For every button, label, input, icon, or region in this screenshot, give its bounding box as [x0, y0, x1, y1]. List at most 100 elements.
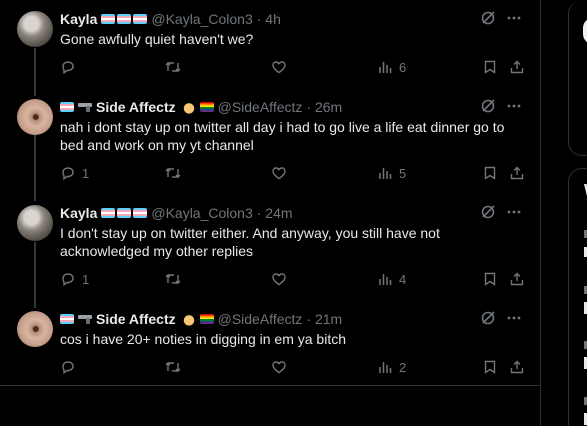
- bookmark-icon: [482, 359, 498, 375]
- bookmark-button[interactable]: [482, 59, 498, 75]
- share-icon: [509, 359, 525, 375]
- views-icon: [377, 59, 393, 75]
- tweet[interactable]: Kayla @Kayla_Colon3 · 24m I don't stay u…: [0, 203, 540, 309]
- reply-icon: [60, 359, 76, 375]
- name-emoji-decor: [101, 14, 148, 24]
- bookmark-button[interactable]: [482, 271, 498, 287]
- more-icon[interactable]: [506, 204, 522, 220]
- tweet[interactable]: Side Affectz @SideAffectz · 21m cos i ha…: [0, 309, 540, 385]
- share-button[interactable]: [509, 165, 525, 181]
- bookmark-button[interactable]: [482, 165, 498, 181]
- share-icon: [509, 165, 525, 181]
- display-name[interactable]: Kayla: [60, 205, 97, 221]
- reply-button[interactable]: [60, 359, 82, 375]
- timestamp[interactable]: · 21m: [306, 311, 342, 327]
- reply-button[interactable]: [60, 59, 82, 75]
- hand-icon: [181, 100, 196, 114]
- user-handle[interactable]: @SideAffectz: [218, 311, 303, 327]
- like-button[interactable]: [271, 59, 287, 75]
- views-icon: [377, 271, 393, 287]
- gun-icon: [78, 314, 94, 324]
- views-icon: [377, 165, 393, 181]
- transgender-flag-icon: [60, 102, 74, 112]
- retweet-button[interactable]: [164, 271, 182, 287]
- retweet-button[interactable]: [164, 359, 182, 375]
- grok-icon[interactable]: [480, 310, 496, 326]
- views-count: 6: [399, 59, 407, 75]
- avatar[interactable]: [17, 99, 53, 135]
- gun-icon: [78, 102, 94, 112]
- like-button[interactable]: [271, 165, 287, 181]
- tweet-header: Kayla @Kayla_Colon3 · 4h: [60, 9, 281, 29]
- more-icon[interactable]: [506, 98, 522, 114]
- bookmark-button[interactable]: [482, 359, 498, 375]
- retweet-button[interactable]: [164, 165, 182, 181]
- name-emoji-decor: [180, 312, 214, 326]
- conversation-timeline: Kayla @Kayla_Colon3 · 4h Gone awfully qu…: [0, 0, 541, 426]
- transgender-flag-icon: [101, 14, 116, 24]
- retweet-icon: [164, 359, 182, 375]
- bookmark-icon: [482, 59, 498, 75]
- views-count: 5: [399, 165, 407, 181]
- transgender-flag-icon: [101, 208, 116, 218]
- views-button[interactable]: 4: [377, 271, 406, 287]
- retweet-icon: [164, 59, 182, 75]
- tweet-text: cos i have 20+ noties in digging in em y…: [60, 331, 347, 347]
- grok-icon[interactable]: [480, 98, 496, 114]
- reply-count: 1: [82, 271, 90, 287]
- transgender-flag-icon: [133, 208, 148, 218]
- share-button[interactable]: [509, 271, 525, 287]
- timestamp[interactable]: · 26m: [306, 99, 342, 115]
- display-name[interactable]: Kayla: [60, 11, 97, 27]
- user-handle[interactable]: @Kayla_Colon3: [151, 205, 252, 221]
- views-button[interactable]: 5: [377, 165, 406, 181]
- reply-count: 1: [82, 165, 90, 181]
- reply-icon: [60, 59, 76, 75]
- timestamp[interactable]: · 4h: [257, 11, 281, 27]
- like-button[interactable]: [271, 271, 287, 287]
- user-handle[interactable]: @SideAffectz: [218, 99, 303, 115]
- views-icon: [377, 359, 393, 375]
- more-icon[interactable]: [506, 310, 522, 326]
- reply-icon: [60, 165, 76, 181]
- retweet-icon: [164, 165, 182, 181]
- grok-icon[interactable]: [480, 10, 496, 26]
- tweet-top-icons: [480, 204, 522, 220]
- views-count: 2: [399, 359, 407, 375]
- tweet-text: nah i dont stay up on twitter all day i …: [60, 119, 505, 153]
- more-icon[interactable]: [506, 10, 522, 26]
- tweet-top-icons: [480, 98, 522, 114]
- tweet[interactable]: Side Affectz @SideAffectz · 26m nah i do…: [0, 97, 540, 205]
- like-button[interactable]: [271, 359, 287, 375]
- like-icon: [271, 271, 287, 287]
- tweet-header: Side Affectz @SideAffectz · 21m: [60, 309, 342, 329]
- name-emoji-decor: [101, 208, 148, 218]
- reply-icon: [60, 271, 76, 287]
- tweet-header: Kayla @Kayla_Colon3 · 24m: [60, 203, 293, 223]
- display-name[interactable]: Side Affectz: [96, 99, 176, 115]
- tweet-top-icons: [480, 310, 522, 326]
- avatar[interactable]: [17, 11, 53, 47]
- tweet-text: I don't stay up on twitter either. And a…: [60, 225, 440, 259]
- grok-icon[interactable]: [480, 204, 496, 220]
- transgender-flag-icon: [60, 314, 74, 324]
- reply-button[interactable]: 1: [60, 271, 89, 287]
- share-button[interactable]: [509, 59, 525, 75]
- reply-button[interactable]: 1: [60, 165, 89, 181]
- retweet-icon: [164, 271, 182, 287]
- sidebar-card: [568, 168, 587, 426]
- avatar[interactable]: [17, 205, 53, 241]
- tweet[interactable]: Kayla @Kayla_Colon3 · 4h Gone awfully qu…: [0, 9, 540, 97]
- share-button[interactable]: [509, 359, 525, 375]
- views-button[interactable]: 6: [377, 59, 406, 75]
- display-name[interactable]: Side Affectz: [96, 311, 176, 327]
- like-icon: [271, 59, 287, 75]
- user-handle[interactable]: @Kayla_Colon3: [151, 11, 252, 27]
- retweet-button[interactable]: [164, 59, 182, 75]
- avatar[interactable]: [17, 311, 53, 347]
- tweet-top-icons: [480, 10, 522, 26]
- timestamp[interactable]: · 24m: [257, 205, 293, 221]
- share-icon: [509, 271, 525, 287]
- views-button[interactable]: 2: [377, 359, 406, 375]
- tweet-text: Gone awfully quiet haven't we?: [60, 31, 254, 47]
